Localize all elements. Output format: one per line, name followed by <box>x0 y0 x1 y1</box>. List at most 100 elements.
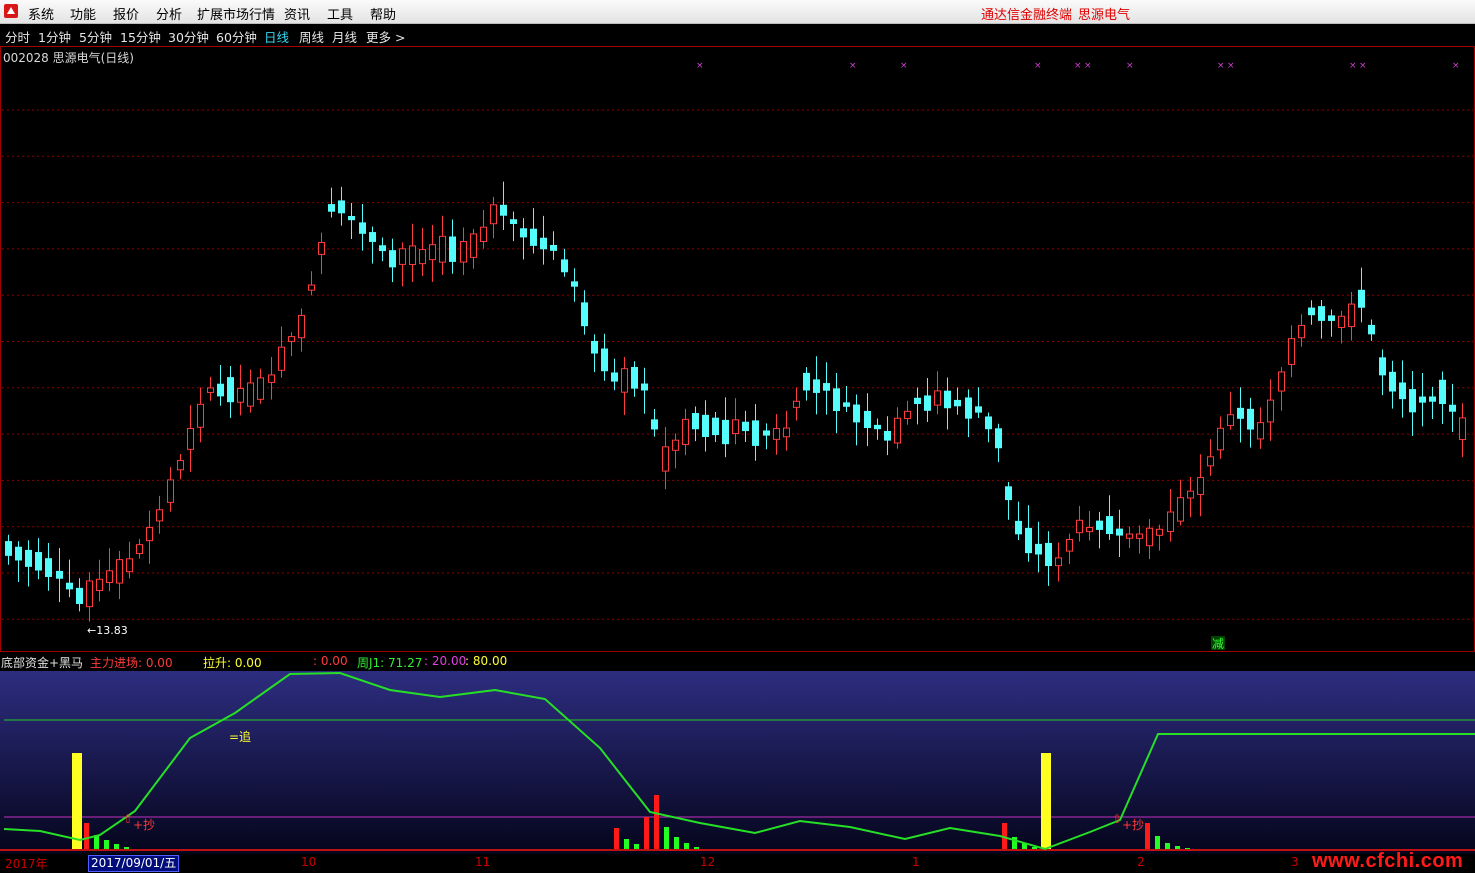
candle-body <box>1267 399 1274 423</box>
candle-body <box>621 368 628 393</box>
candle-body <box>894 417 901 444</box>
candle-body <box>1086 527 1093 533</box>
indicator-bar <box>94 835 99 851</box>
candle-body <box>601 348 608 372</box>
candle-body <box>1035 543 1042 555</box>
indicator-bar <box>1155 836 1160 851</box>
candle-body <box>1318 306 1325 321</box>
indicator-header: 底部资金+黑马 主力进场: 0.00 拉升: 0.00 : 0.00 周J1: … <box>0 653 1475 670</box>
candle-body <box>1328 315 1335 321</box>
signal-marker: × <box>849 61 857 71</box>
candle-body <box>1338 315 1345 328</box>
signal-marker: × <box>1126 61 1134 71</box>
candle-body <box>379 245 386 252</box>
signal-marker: × <box>1074 61 1082 71</box>
candle-body <box>500 204 507 216</box>
candle-body <box>187 427 194 450</box>
candle-body <box>1116 528 1123 536</box>
candle-body <box>530 228 537 246</box>
candle-body <box>1278 371 1285 392</box>
candle-body <box>914 397 921 405</box>
candle-body <box>692 413 699 430</box>
candle-body <box>399 248 406 265</box>
price-grid <box>2 109 1473 620</box>
indicator-name[interactable]: 底部资金+黑马 <box>1 654 83 671</box>
candlestick-series <box>5 181 1466 622</box>
candle-body <box>237 388 244 403</box>
candle-body <box>874 424 881 430</box>
indicator-bar <box>614 828 619 851</box>
axis-year-label: 2017年 <box>5 857 48 871</box>
candle-body <box>197 403 204 428</box>
candle-body <box>177 460 184 471</box>
candle-body <box>136 544 143 555</box>
signal-marker: × <box>1217 61 1225 71</box>
candle-body <box>1207 456 1214 467</box>
candle-body <box>1399 382 1406 400</box>
buy-arrow-icon: ⇧ <box>123 812 133 826</box>
candle-body <box>1187 490 1194 499</box>
candle-body <box>864 410 871 429</box>
indicator-panel <box>0 671 1475 854</box>
signal-marker: × <box>1034 61 1042 71</box>
stock-title: 002028 思源电气(日线) <box>3 51 134 65</box>
candle-body <box>793 400 800 408</box>
axis-tick: 2 <box>1137 855 1145 869</box>
candle-body <box>934 390 941 406</box>
candle-body <box>298 314 305 339</box>
candle-body <box>369 232 376 242</box>
candle-body <box>1146 527 1153 547</box>
candle-body <box>985 416 992 430</box>
candle-body <box>803 372 810 391</box>
candle-body <box>470 233 477 258</box>
candle-body <box>1459 417 1466 441</box>
candle-body <box>1429 396 1436 402</box>
buy-label: +抄 <box>1122 818 1144 832</box>
candle-body <box>641 383 648 391</box>
candle-body <box>1227 414 1234 427</box>
candle-body <box>1156 528 1163 536</box>
candle-body <box>86 580 93 608</box>
candle-body <box>904 410 911 420</box>
candle-body <box>561 259 568 273</box>
candle-body <box>227 377 234 403</box>
candle-body <box>1247 408 1254 430</box>
candle-body <box>732 419 739 435</box>
indicator-bar <box>664 827 669 851</box>
chart-area[interactable]: × × × × × × × × × × × × ←13.83 减 =追 ⇧ +抄 ⇧ +抄 <box>0 0 1475 854</box>
candle-body <box>247 382 254 407</box>
candle-body <box>25 549 32 567</box>
weekly-j-value: 周J1: 71.27 <box>357 656 423 670</box>
inflow-value: 主力进场: 0.00 <box>90 656 173 670</box>
candle-body <box>1237 407 1244 419</box>
candle-body <box>15 546 22 561</box>
candle-body <box>308 284 315 291</box>
candle-body <box>1389 371 1396 392</box>
signal-marker: × <box>1227 61 1235 71</box>
signal-marker: × <box>1359 61 1367 71</box>
candle-body <box>338 200 345 214</box>
candle-body <box>96 578 103 592</box>
candle-body <box>35 552 42 571</box>
candle-body <box>1439 379 1446 405</box>
candle-body <box>924 395 931 411</box>
axis-tick: 10 <box>301 855 317 869</box>
signal-marker: × <box>900 61 908 71</box>
candle-body <box>1066 538 1073 552</box>
candle-body <box>1217 427 1224 451</box>
candle-body <box>722 419 729 445</box>
candle-body <box>611 372 618 382</box>
candle-body <box>742 421 749 432</box>
axis-tick: 1 <box>912 855 920 869</box>
candle-body <box>1358 289 1365 308</box>
candle-body <box>1288 338 1295 365</box>
date-axis: 2017年 10 11 12 1 2 3 <box>0 854 1475 871</box>
signal-marker: × <box>696 61 704 71</box>
indicator-bar <box>674 837 679 851</box>
candle-body <box>591 340 598 354</box>
main-chart-border <box>0 46 1475 652</box>
axis-tick: 11 <box>475 855 491 869</box>
cursor-date-label: 2017/09/01/五 <box>88 855 180 872</box>
candle-body <box>581 302 588 327</box>
candle-body <box>268 374 275 383</box>
